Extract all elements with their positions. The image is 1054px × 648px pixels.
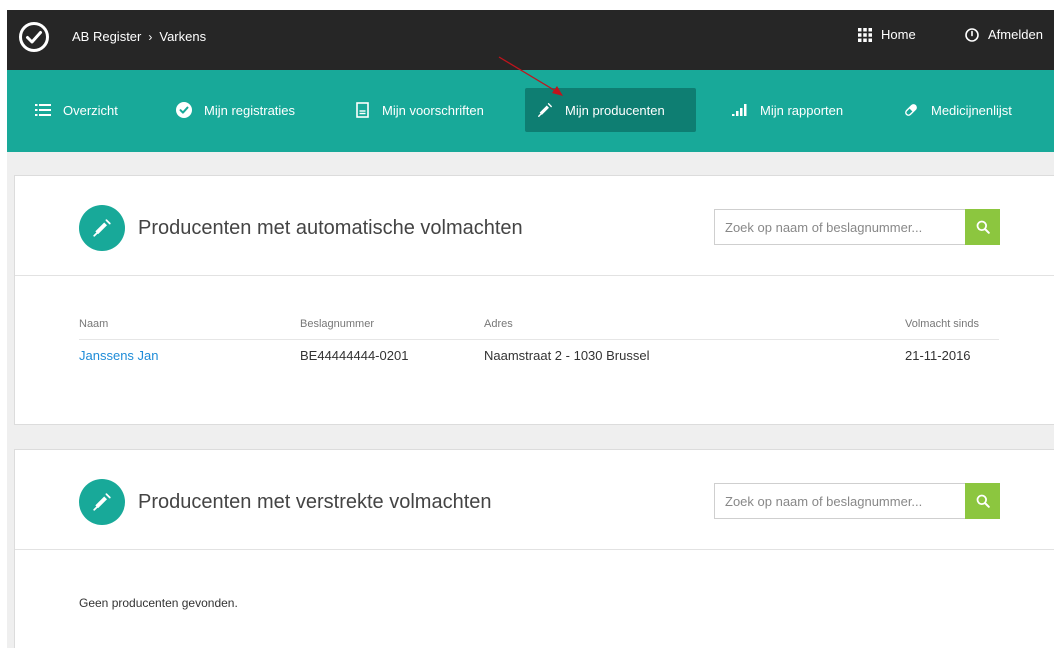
breadcrumb-item-ab-register[interactable]: AB Register — [72, 29, 141, 44]
logout-label: Afmelden — [988, 27, 1043, 42]
section-header: Producenten met verstrekte volmachten — [15, 450, 1054, 550]
check-logo-icon[interactable] — [18, 21, 50, 53]
table-row: Janssens Jan BE44444444-0201 Naamstraat … — [79, 346, 999, 370]
annotation-arrow — [498, 56, 563, 96]
document-icon — [354, 102, 370, 118]
table-header: Naam Beslagnummer Adres Volmacht sinds — [79, 316, 999, 340]
nav-item-medicijnenlijst[interactable]: Medicijnenlijst — [891, 88, 1024, 132]
syringe-icon — [79, 479, 125, 525]
section-header: Producenten met automatische volmachten — [15, 176, 1054, 276]
section-title: Producenten met automatische volmachten — [138, 217, 523, 239]
nav-label: Mijn voorschriften — [382, 102, 484, 118]
search-box — [714, 209, 1000, 245]
column-header-volmacht-sinds: Volmacht sinds — [905, 318, 979, 330]
home-button[interactable]: Home — [858, 27, 916, 42]
beslagnummer-value: BE44444444-0201 — [300, 348, 409, 363]
home-label: Home — [881, 27, 916, 42]
empty-state-message: Geen producenten gevonden. — [79, 596, 238, 610]
app-window: AB Register › Varkens Home Afmelden Over… — [7, 10, 1054, 648]
section-title: Producenten met verstrekte volmachten — [138, 491, 492, 513]
breadcrumb-separator: › — [148, 29, 153, 44]
nav-item-overzicht[interactable]: Overzicht — [23, 88, 130, 132]
nav-label: Medicijnenlijst — [931, 102, 1012, 118]
syringe-icon — [79, 205, 125, 251]
section-automatic-mandates: Producenten met automatische volmachten … — [14, 175, 1054, 425]
search-input[interactable] — [714, 209, 965, 245]
nav-label: Mijn rapporten — [760, 102, 844, 118]
mandate-date-value: 21-11-2016 — [905, 348, 971, 363]
breadcrumb: AB Register › Varkens — [72, 29, 206, 44]
address-value: Naamstraat 2 - 1030 Brussel — [484, 348, 650, 363]
nav-label: Overzicht — [63, 102, 118, 118]
column-header-adres: Adres — [484, 318, 513, 330]
section-granted-mandates: Producenten met verstrekte volmachten Ge… — [14, 449, 1054, 648]
column-header-naam: Naam — [79, 318, 109, 330]
nav-item-mijn-voorschriften[interactable]: Mijn voorschriften — [342, 88, 496, 132]
breadcrumb-item-varkens[interactable]: Varkens — [159, 29, 206, 44]
search-icon — [976, 220, 990, 234]
search-button[interactable] — [965, 209, 1000, 245]
column-header-beslagnummer: Beslagnummer — [300, 318, 374, 330]
nav-item-mijn-registraties[interactable]: Mijn registraties — [164, 88, 307, 132]
grid-icon — [858, 27, 872, 42]
producer-name-link[interactable]: Janssens Jan — [79, 348, 159, 363]
check-circle-icon — [176, 102, 192, 118]
syringe-icon — [537, 102, 553, 118]
search-box — [714, 483, 1000, 519]
nav-label: Mijn registraties — [204, 102, 296, 118]
logout-button[interactable]: Afmelden — [965, 27, 1043, 42]
nav-label: Mijn producenten — [565, 102, 665, 118]
pill-icon — [903, 102, 919, 118]
power-icon — [965, 27, 979, 42]
list-icon — [35, 102, 51, 118]
nav-item-mijn-rapporten[interactable]: Mijn rapporten — [720, 88, 855, 132]
search-input[interactable] — [714, 483, 965, 519]
search-button[interactable] — [965, 483, 1000, 519]
search-icon — [976, 494, 990, 508]
bar-chart-icon — [732, 102, 748, 118]
